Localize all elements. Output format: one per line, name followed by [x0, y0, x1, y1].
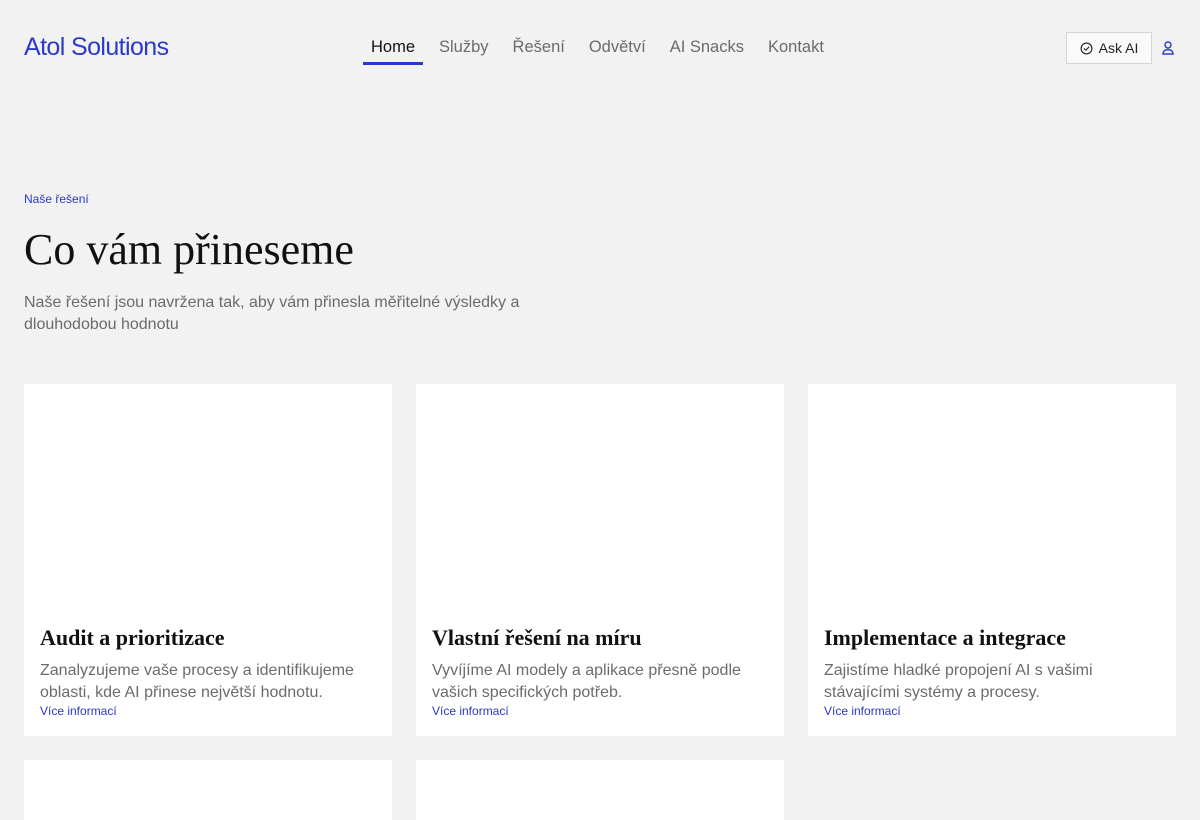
card-title: Implementace a integrace [824, 625, 1066, 650]
card-description: Zanalyzujeme vaše procesy a identifikuje… [40, 662, 354, 701]
hero-subtitle: Naše řešení jsou navržena tak, aby vám p… [24, 294, 520, 333]
card-title: Audit a prioritizace [40, 625, 225, 650]
check-circle-icon [1080, 42, 1093, 55]
site-header: Atol Solutions Home Služby Řešení Odvětv… [0, 0, 1200, 96]
section-eyebrow: Naše řešení [24, 192, 89, 206]
logo[interactable]: Atol Solutions [24, 33, 169, 62]
card-description: Zajistíme hladké propojení AI s vašimi s… [824, 662, 1093, 701]
ask-ai-label: Ask AI [1098, 40, 1139, 56]
card-description: Vyvíjíme AI modely a aplikace přesně pod… [432, 662, 741, 701]
nav-item-sluzby[interactable]: Služby [431, 30, 497, 65]
card-title: Vlastní řešení na míru [432, 625, 642, 650]
solution-card-implementation: Implementace a integrace Zajistíme hladk… [808, 384, 1176, 736]
nav-item-ai-snacks[interactable]: AI Snacks [662, 30, 752, 65]
nav-item-odvetvi[interactable]: Odvětví [581, 30, 654, 65]
more-info-link[interactable]: Více informací [824, 704, 901, 718]
solution-card-custom: Vlastní řešení na míru Vyvíjíme AI model… [416, 384, 784, 736]
user-icon[interactable] [1160, 40, 1176, 56]
solution-card-audit: Audit a prioritizace Zanalyzujeme vaše p… [24, 384, 392, 736]
nav-item-reseni[interactable]: Řešení [505, 30, 573, 65]
main-nav: Home Služby Řešení Odvětví AI Snacks Kon… [363, 30, 840, 65]
solution-card-partial [416, 760, 784, 820]
page-title: Co vám přineseme [24, 225, 354, 274]
more-info-link[interactable]: Více informací [432, 704, 509, 718]
nav-item-kontakt[interactable]: Kontakt [760, 30, 832, 65]
nav-item-home[interactable]: Home [363, 30, 424, 65]
more-info-link[interactable]: Více informací [40, 704, 117, 718]
solution-card-partial [24, 760, 392, 820]
ask-ai-button[interactable]: Ask AI [1066, 32, 1152, 64]
